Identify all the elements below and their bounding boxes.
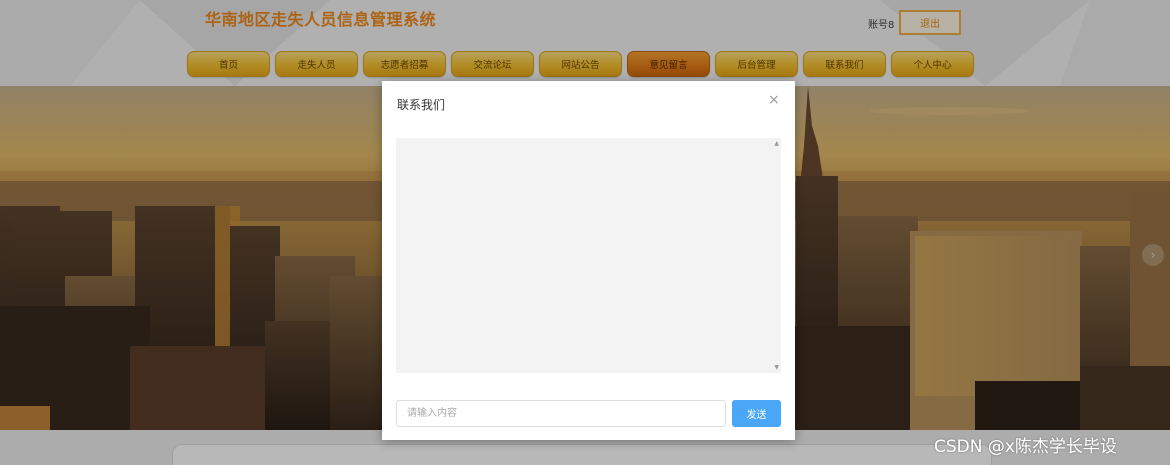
scroll-down-icon[interactable]: ▼	[774, 364, 779, 371]
close-icon[interactable]: ×	[768, 92, 780, 108]
message-history-area[interactable]: ▲ ▼	[396, 138, 781, 373]
scroll-up-icon[interactable]: ▲	[774, 140, 779, 147]
contact-dialog: 联系我们 × ▲ ▼ 发送	[382, 81, 795, 440]
send-button[interactable]: 发送	[732, 400, 781, 427]
message-input[interactable]	[396, 400, 726, 427]
dialog-title: 联系我们	[397, 98, 446, 112]
watermark-text: CSDN @x陈杰学长毕设	[934, 437, 1117, 457]
